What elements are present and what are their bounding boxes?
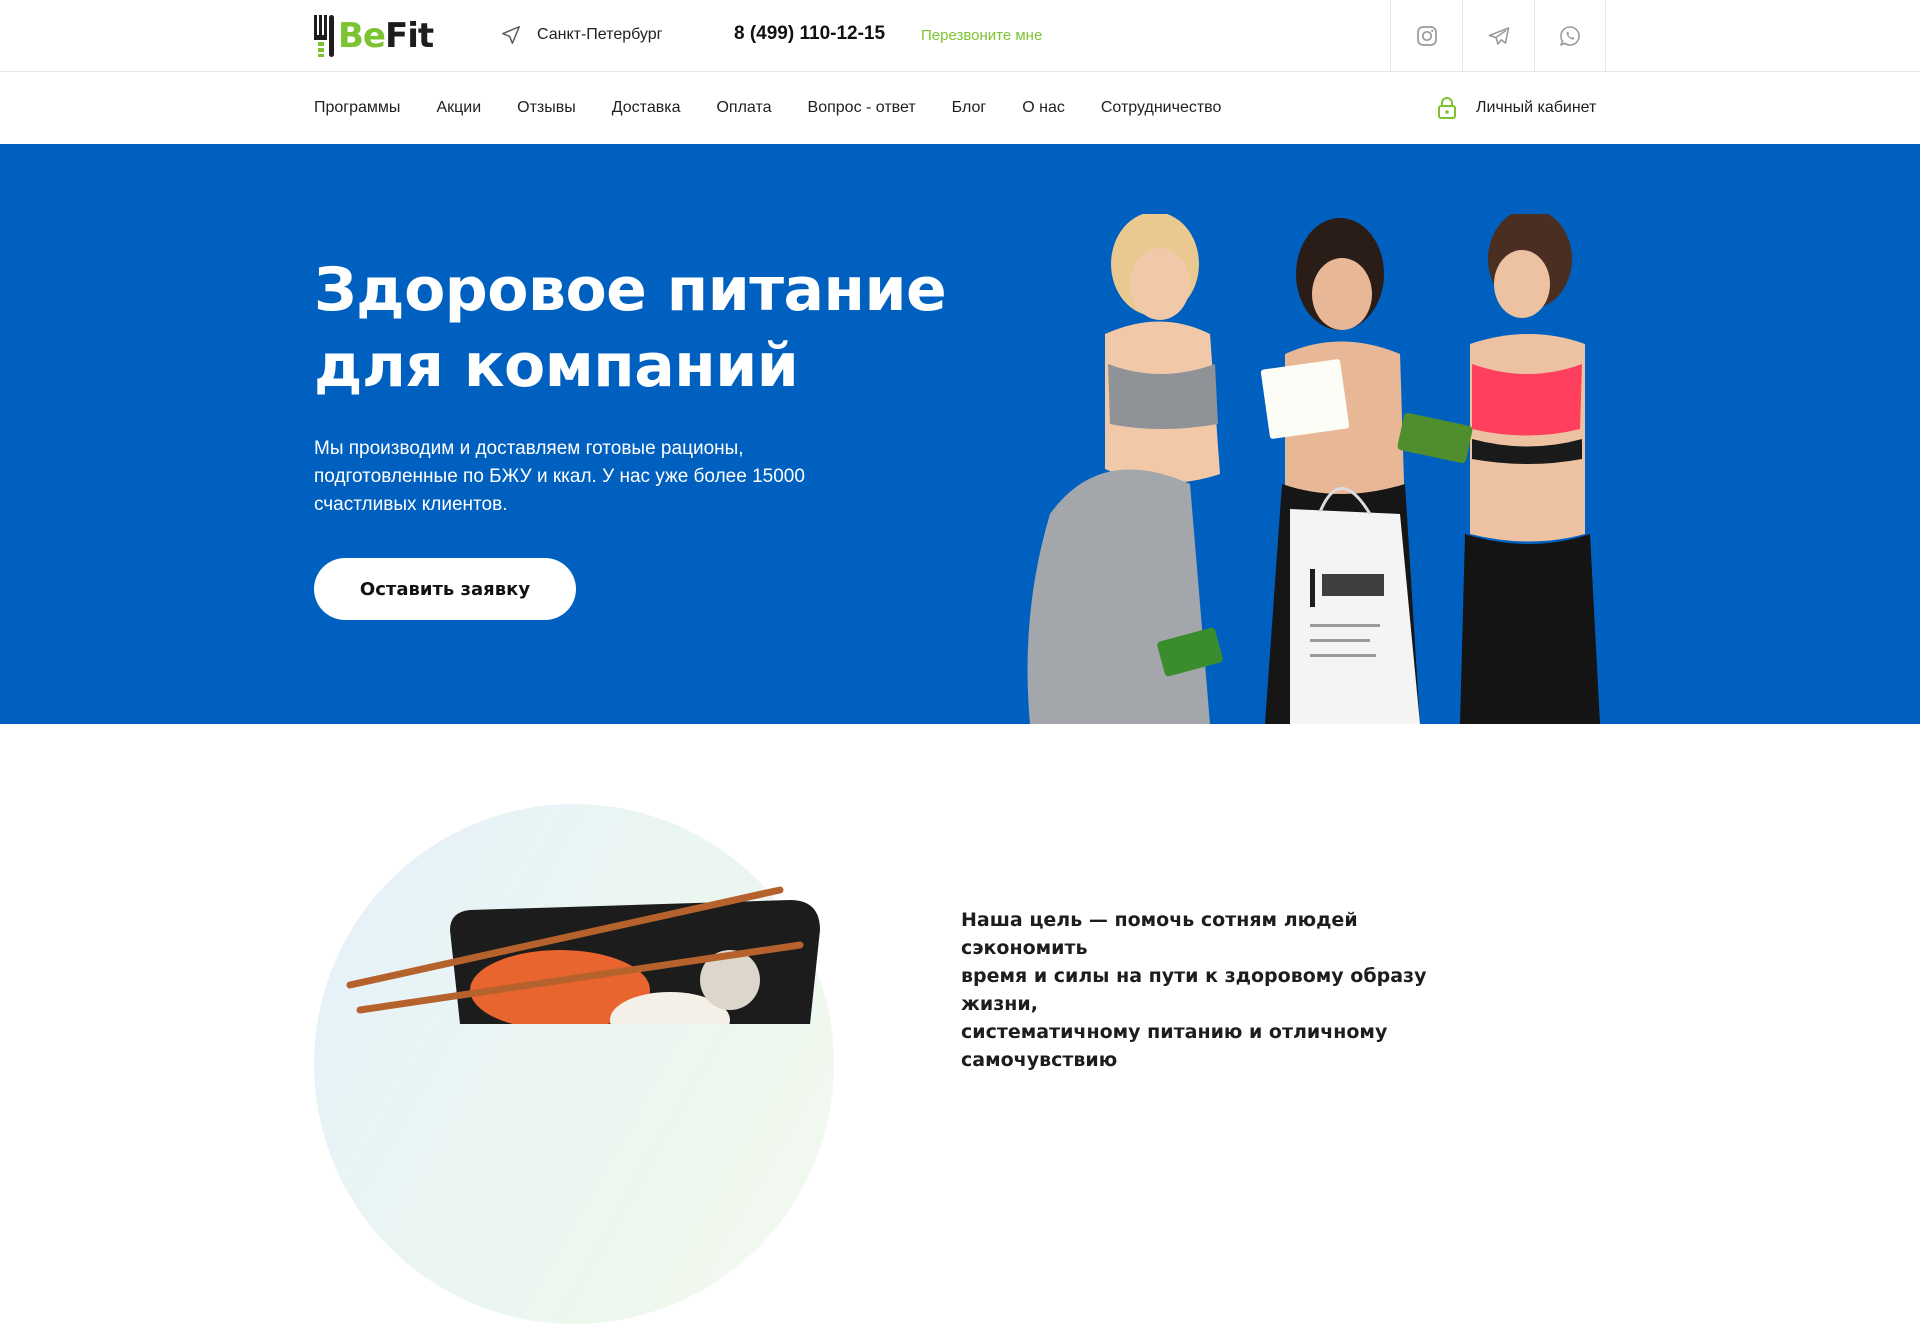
logo-text-be: Be bbox=[338, 16, 386, 56]
goal-line-2: время и силы на пути к здоровому образу … bbox=[961, 965, 1427, 1015]
top-bar: Be Fit Санкт-Петербург 8 (499) 110-12-15 … bbox=[0, 0, 1920, 72]
nav-item-faq[interactable]: Вопрос - ответ bbox=[808, 99, 916, 117]
city-selector[interactable]: Санкт-Петербург bbox=[500, 24, 662, 46]
befit-logo[interactable]: Be Fit bbox=[314, 14, 434, 58]
city-label: Санкт-Петербург bbox=[537, 26, 663, 43]
goal-line-4: самочувствию bbox=[961, 1049, 1118, 1071]
nav-item-blog[interactable]: Блог bbox=[952, 99, 987, 117]
telegram-icon bbox=[1488, 26, 1509, 45]
nav-item-promotions[interactable]: Акции bbox=[436, 99, 481, 117]
hero-description: Мы производим и доставляем готовые рацио… bbox=[314, 438, 805, 515]
instagram-icon bbox=[1416, 25, 1437, 46]
goal-statement: Наша цель — помочь сотням людей сэкономи… bbox=[961, 906, 1481, 1074]
nav-item-programs[interactable]: Программы bbox=[314, 99, 400, 117]
hero-title-line-1: Здоровое питание bbox=[314, 255, 947, 325]
account-link[interactable]: Личный кабинет bbox=[1436, 96, 1596, 120]
hero-title: Здоровое питание для компаний bbox=[314, 252, 1014, 404]
nav-item-payment[interactable]: Оплата bbox=[716, 99, 771, 117]
goal-line-3: систематичному питанию и отличному bbox=[961, 1021, 1388, 1043]
nav-item-delivery[interactable]: Доставка bbox=[612, 99, 681, 117]
nav-item-cooperation[interactable]: Сотрудничество bbox=[1101, 99, 1222, 117]
account-label: Личный кабинет bbox=[1476, 99, 1597, 116]
instagram-button[interactable] bbox=[1390, 0, 1462, 71]
social-links bbox=[1390, 0, 1606, 71]
nav-list: Программы Акции Отзывы Доставка Оплата В… bbox=[314, 72, 1257, 144]
callback-link[interactable]: Перезвоните мне bbox=[921, 27, 1042, 44]
hero-title-line-2: для компаний bbox=[314, 331, 799, 401]
nav-item-reviews[interactable]: Отзывы bbox=[517, 99, 576, 117]
lock-icon bbox=[1438, 97, 1456, 119]
logo-text-fit: Fit bbox=[384, 16, 434, 56]
phone-number[interactable]: 8 (499) 110-12-15 bbox=[734, 23, 885, 45]
submit-request-button[interactable]: Оставить заявку bbox=[314, 558, 576, 620]
food-container-image bbox=[346, 886, 820, 1024]
fork-icon bbox=[314, 15, 334, 57]
hero-photo-three-women bbox=[1027, 214, 1600, 724]
main-navigation: Программы Акции Отзывы Доставка Оплата В… bbox=[0, 72, 1920, 144]
whatsapp-icon bbox=[1560, 25, 1580, 46]
nav-item-about[interactable]: О нас bbox=[1022, 99, 1065, 117]
location-arrow-icon bbox=[502, 26, 520, 44]
telegram-button[interactable] bbox=[1462, 0, 1534, 71]
whatsapp-button[interactable] bbox=[1534, 0, 1606, 71]
hero-section: Здоровое питание для компаний Мы произво… bbox=[0, 144, 1920, 724]
goal-line-1: Наша цель — помочь сотням людей сэкономи… bbox=[961, 909, 1358, 959]
